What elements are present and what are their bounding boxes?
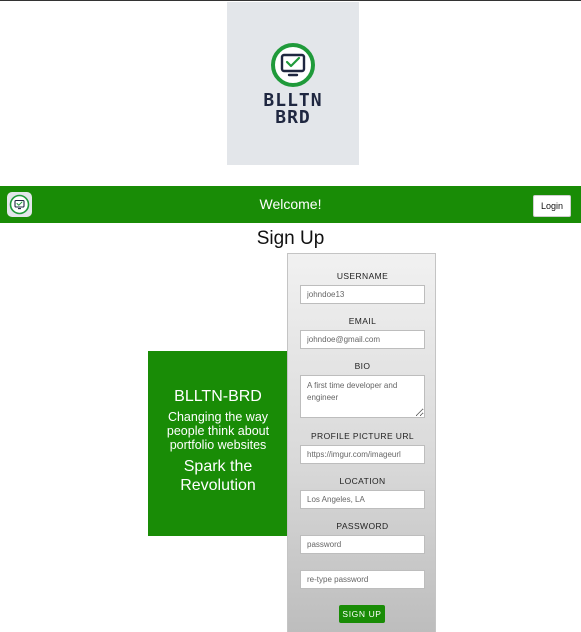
monitor-check-icon	[9, 194, 30, 215]
retype-password-input[interactable]	[300, 570, 425, 589]
top-border	[0, 0, 581, 1]
logo-wordmark-line2: BRD	[275, 107, 311, 128]
monitor-check-icon	[271, 43, 315, 87]
username-input[interactable]	[300, 285, 425, 304]
promo-cta: Spark the Revolution	[180, 458, 256, 494]
navbar: Welcome!	[0, 186, 581, 223]
login-button[interactable]: Login	[533, 195, 571, 217]
location-label: LOCATION	[339, 476, 386, 486]
email-label: EMAIL	[348, 316, 377, 326]
email-input[interactable]	[300, 330, 425, 349]
location-input[interactable]	[300, 490, 425, 509]
signup-form: USERNAME EMAIL BIO PROFILE PICTURE URL L…	[287, 253, 436, 632]
brand-logo-card: BLLTN BRD	[227, 2, 359, 165]
promo-title: BLLTN-BRD	[174, 388, 262, 405]
page-title: Sign Up	[256, 228, 325, 249]
promo-subtitle: Changing the way people think about port…	[166, 410, 270, 452]
username-label: USERNAME	[336, 271, 389, 281]
promo-panel: BLLTN-BRD Changing the way people think …	[148, 351, 288, 536]
navbar-home-logo[interactable]	[7, 192, 32, 217]
bio-textarea[interactable]	[300, 375, 425, 418]
password-label: PASSWORD	[336, 521, 389, 531]
profile-picture-input[interactable]	[300, 445, 425, 464]
bio-label: BIO	[354, 361, 371, 371]
navbar-title: Welcome!	[259, 196, 322, 212]
profile-picture-label: PROFILE PICTURE URL	[310, 431, 414, 441]
sign-up-button[interactable]: SIGN UP	[339, 605, 385, 623]
password-input[interactable]	[300, 535, 425, 554]
